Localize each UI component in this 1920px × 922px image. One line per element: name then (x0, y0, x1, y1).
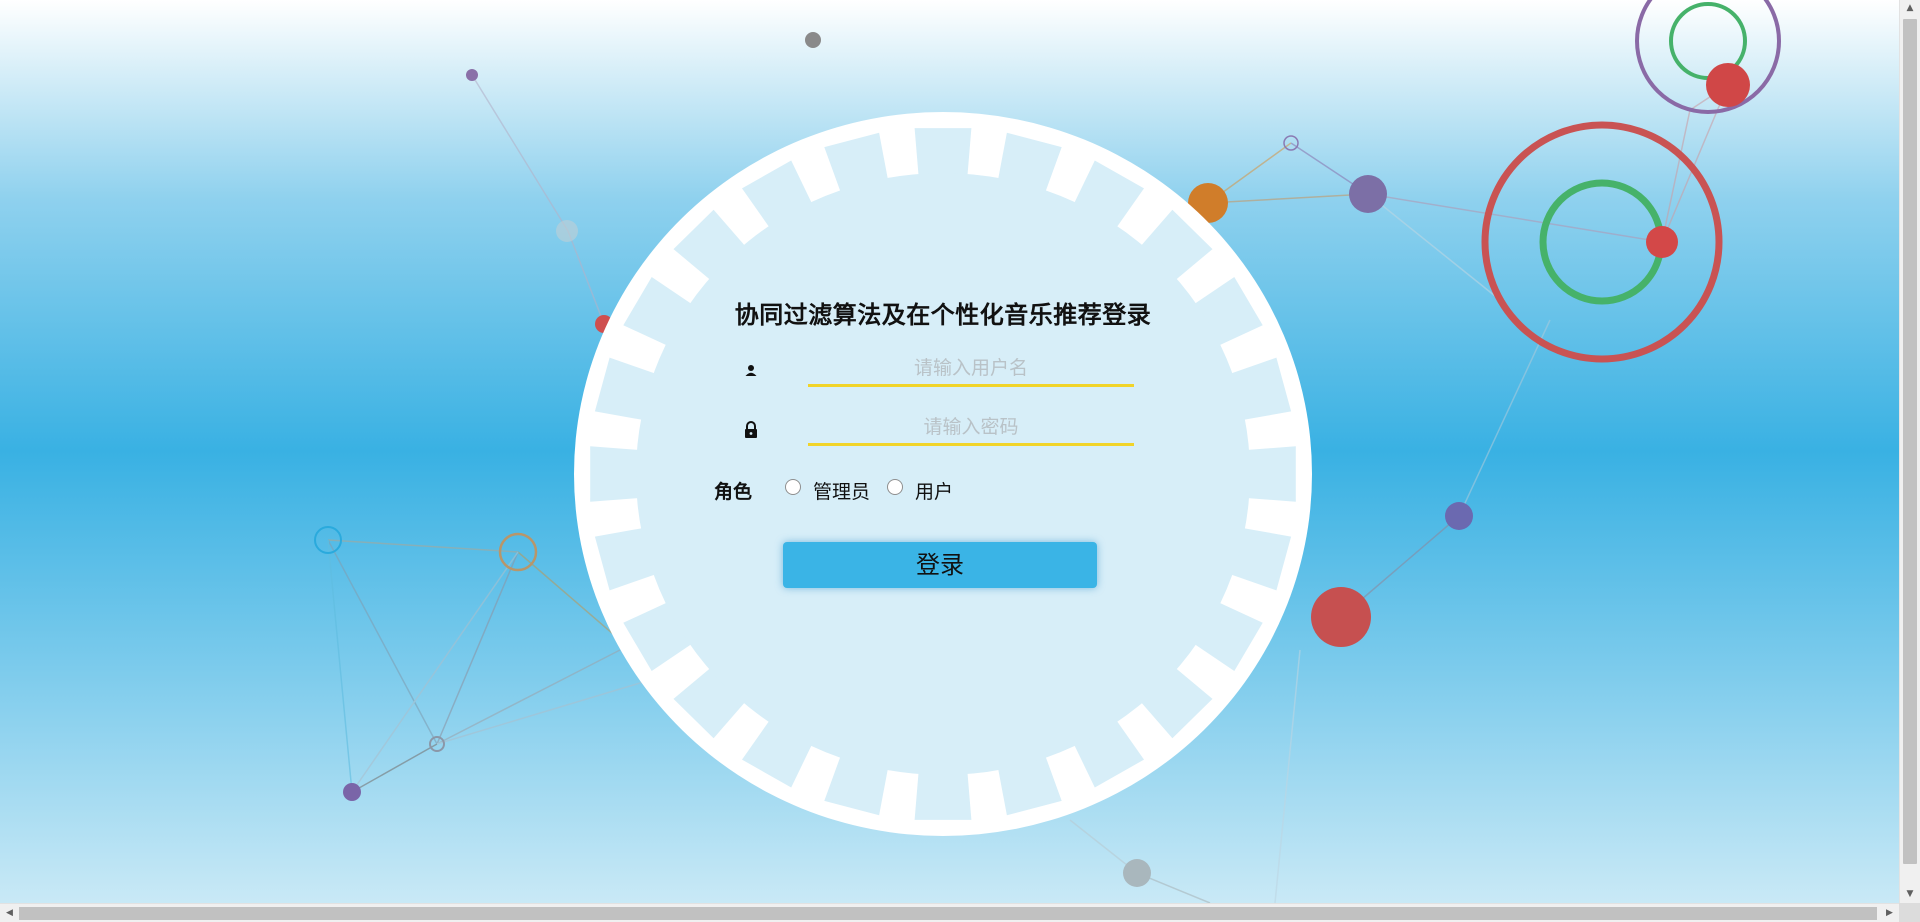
gear-tooth (590, 446, 638, 502)
lock-icon (742, 419, 760, 441)
scroll-up-arrow-icon[interactable]: ▲ (1900, 0, 1920, 17)
login-panel: 协同过滤算法及在个性化音乐推荐登录 请输入用户名 角色 管理员 用户 登录 (574, 112, 1312, 836)
role-admin-label[interactable]: 管理员 (813, 477, 870, 504)
gear-tooth (1248, 446, 1296, 502)
role-admin-radio[interactable] (785, 479, 801, 495)
page-viewport: 协同过滤算法及在个性化音乐推荐登录 请输入用户名 角色 管理员 用户 登录 (0, 0, 1899, 903)
password-row (742, 411, 1134, 447)
role-user-radio[interactable] (887, 479, 903, 495)
scroll-left-arrow-icon[interactable]: ◀ (0, 904, 19, 922)
username-row (742, 352, 1134, 388)
gear-tooth (914, 128, 972, 175)
scroll-right-arrow-icon[interactable]: ▶ (1880, 904, 1899, 922)
role-label: 角色 (714, 481, 753, 503)
login-button[interactable]: 登录 (783, 542, 1097, 588)
scrollbar-corner (1899, 903, 1920, 922)
gear-ring-decoration (574, 112, 1312, 836)
vertical-scrollbar-thumb[interactable] (1903, 19, 1917, 864)
username-input[interactable] (808, 352, 1134, 387)
password-input[interactable] (808, 411, 1134, 446)
role-user-label[interactable]: 用户 (915, 477, 953, 504)
horizontal-scrollbar-thumb[interactable] (19, 907, 1877, 920)
scroll-down-arrow-icon[interactable]: ▼ (1900, 886, 1920, 903)
login-title: 协同过滤算法及在个性化音乐推荐登录 (734, 301, 1152, 329)
vertical-scrollbar[interactable]: ▲ ▼ (1899, 0, 1920, 903)
horizontal-scrollbar[interactable]: ◀ ▶ (0, 903, 1899, 922)
user-icon (742, 360, 760, 382)
gear-tooth (914, 773, 972, 820)
